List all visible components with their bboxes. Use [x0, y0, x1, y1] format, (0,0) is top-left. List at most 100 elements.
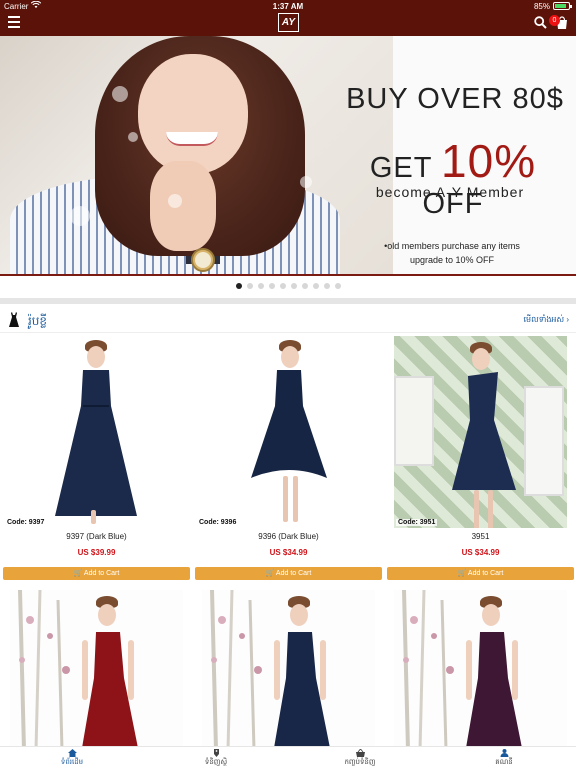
carousel-dot[interactable]	[323, 283, 330, 289]
battery-percent: 85%	[533, 2, 550, 11]
promo-banner[interactable]: BUY OVER 80$ GET 10% OFF become A-Y Memb…	[0, 36, 576, 276]
search-icon[interactable]	[534, 16, 547, 29]
cart-count-badge: 0	[549, 15, 560, 26]
banner-offer-percent: 10%	[441, 135, 537, 187]
birch-branches-decor	[402, 590, 454, 746]
banner-model-hand	[150, 161, 216, 251]
banner-offer-prefix: GET	[369, 152, 442, 184]
product-price: US $39.99	[77, 548, 116, 557]
product-code: Code: 3951	[396, 519, 438, 526]
model-head	[98, 604, 116, 626]
tab-label: ទំនិញស្ថិ	[204, 759, 228, 766]
wristwatch-image	[186, 248, 220, 272]
product-image[interactable]: Code: 9397	[3, 336, 190, 528]
category-title: រ៉ូបខ្លី	[28, 314, 48, 328]
banner-model-face	[138, 54, 248, 174]
tab-label: គណនី	[495, 759, 513, 766]
model-leg	[474, 490, 479, 528]
carousel-dot[interactable]	[312, 283, 319, 289]
user-icon	[500, 749, 508, 757]
product-image[interactable]	[10, 590, 183, 746]
product-name[interactable]: 9397 (Dark Blue)	[3, 532, 190, 541]
banner-headline: BUY OVER 80$	[346, 83, 564, 115]
clock: 1:37 AM	[272, 2, 304, 11]
battery-fill	[555, 4, 567, 8]
cart-icon: 🛒	[265, 570, 276, 577]
add-to-cart-button[interactable]: 🛒 Add to Cart	[195, 567, 382, 580]
bokeh-light	[112, 86, 128, 102]
add-to-cart-label: Add to Cart	[467, 570, 504, 577]
menu-button[interactable]	[8, 16, 20, 28]
chair-decor	[524, 386, 564, 496]
banner-offer: GET 10% OFF	[338, 134, 568, 221]
birch-branches-decor	[18, 590, 70, 746]
menu-icon-bar	[8, 16, 20, 18]
brand-logo[interactable]: AY	[278, 13, 299, 32]
banner-footnote-line: upgrade to 10% OFF	[409, 255, 495, 265]
add-to-cart-label: Add to Cart	[275, 570, 312, 577]
model-head	[281, 346, 299, 368]
tab-label: កញ្ចប់ទំនិញ	[344, 759, 376, 766]
tab-account[interactable]: គណនី	[464, 749, 544, 768]
navy-dress-shape	[55, 370, 137, 516]
add-to-cart-label: Add to Cart	[83, 570, 120, 577]
app-header: Carrier 1:37 AM 85% AY 0	[0, 0, 576, 36]
carousel-dot[interactable]	[268, 283, 275, 289]
product-code: Code: 9397	[5, 519, 47, 526]
carousel-dot[interactable]	[334, 283, 341, 289]
carousel-pagination	[0, 283, 576, 289]
model-head	[482, 604, 500, 626]
carousel-dot[interactable]	[257, 283, 264, 289]
bokeh-light	[70, 206, 90, 226]
banner-membership: become A-Y Member	[375, 184, 525, 200]
banner-divider	[0, 274, 576, 276]
tag-icon	[213, 749, 219, 757]
carousel-dot[interactable]	[290, 283, 297, 289]
bokeh-light	[300, 176, 312, 188]
model-head	[290, 604, 308, 626]
product-name[interactable]: 3951	[387, 532, 574, 541]
carousel-dot[interactable]	[279, 283, 286, 289]
birch-branches-decor	[210, 590, 262, 746]
bokeh-light	[128, 132, 138, 142]
basket-icon	[355, 749, 365, 757]
status-bar: Carrier 1:37 AM 85%	[0, 0, 576, 12]
cart-icon: 🛒	[73, 570, 84, 577]
tab-label: ទំព័រដើម	[60, 759, 84, 766]
tab-home[interactable]: ទំព័រដើម	[32, 749, 112, 768]
banner-model-smile	[166, 132, 218, 146]
bottom-tab-bar: ទំព័រដើម ទំនិញស្ថិ កញ្ចប់ទំនិញ គណនី	[0, 746, 576, 768]
product-image[interactable]: Code: 3951	[394, 336, 567, 528]
banner-footnote: •old members purchase any items upgrade …	[372, 239, 532, 267]
product-code: Code: 9396	[197, 519, 239, 526]
carousel-dot[interactable]	[301, 283, 308, 289]
plum-dress-shape	[466, 632, 522, 746]
model-leg	[293, 476, 298, 522]
product-price: US $34.99	[461, 548, 500, 557]
model-leg	[91, 510, 96, 524]
carousel-dot[interactable]	[246, 283, 253, 289]
see-all-link[interactable]: មើលទាំងអស់ ›	[523, 314, 569, 326]
navy-dress-shape	[452, 372, 516, 490]
red-dress-shape	[82, 632, 138, 746]
add-to-cart-button[interactable]: 🛒 Add to Cart	[3, 567, 190, 580]
product-image[interactable]	[394, 590, 567, 746]
tab-promotions[interactable]: ទំនិញស្ថិ	[176, 749, 256, 768]
menu-icon-bar	[8, 21, 20, 23]
model-head	[472, 348, 490, 370]
banner-photo	[0, 36, 393, 276]
model-leg	[283, 476, 288, 522]
tab-basket[interactable]: កញ្ចប់ទំនិញ	[320, 749, 400, 768]
menu-icon-bar	[8, 26, 20, 28]
model-head	[87, 346, 105, 368]
add-to-cart-button[interactable]: 🛒 Add to Cart	[387, 567, 574, 580]
category-header: រ៉ូបខ្លី មើលទាំងអស់ ›	[0, 305, 576, 333]
carousel-dot[interactable]	[235, 283, 242, 289]
navy-dress-shape	[251, 370, 327, 478]
product-price: US $34.99	[269, 548, 308, 557]
banner-footnote-line: •old members purchase any items	[384, 241, 520, 251]
product-name[interactable]: 9396 (Dark Blue)	[195, 532, 382, 541]
home-icon	[67, 749, 77, 757]
product-image[interactable]: Code: 9396	[195, 336, 382, 528]
product-image[interactable]	[202, 590, 375, 746]
